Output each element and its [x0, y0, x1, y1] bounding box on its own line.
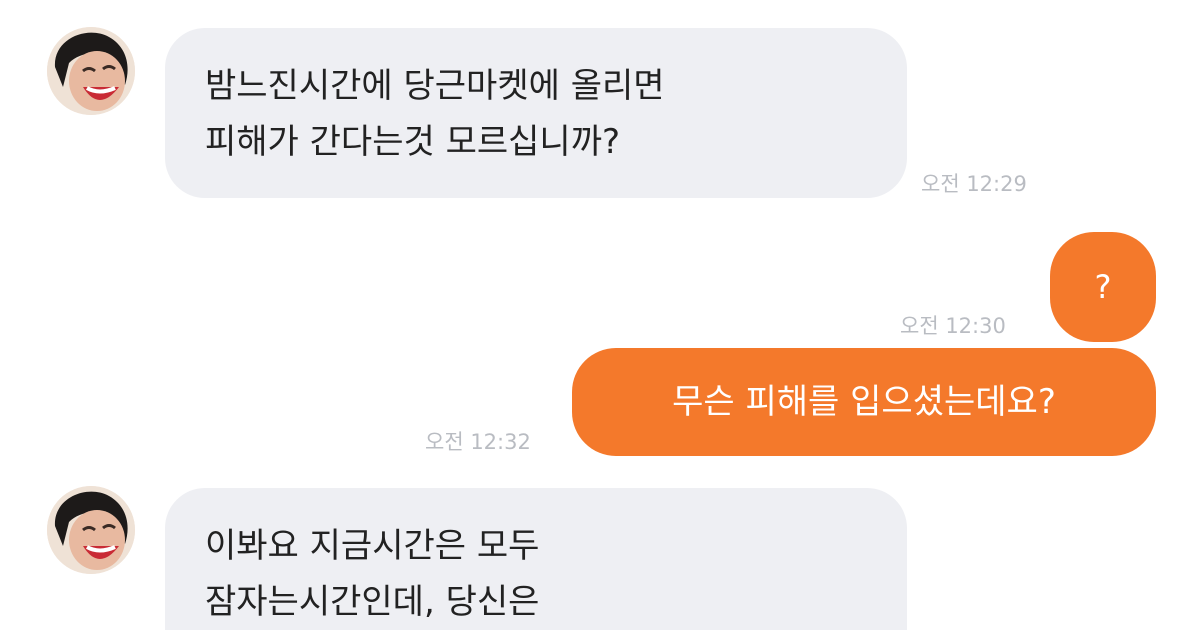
incoming-message-bubble[interactable]: 밤느진시간에 당근마켓에 올리면 피해가 간다는것 모르십니까?	[165, 28, 907, 198]
sender-avatar-icon[interactable]	[47, 486, 135, 574]
message-timestamp: 오전 12:29	[921, 172, 1027, 196]
message-text-line: 무슨 피해를 입으셨는데요?	[672, 382, 1056, 422]
message-text-line: 이봐요 지금시간은 모두	[205, 526, 540, 566]
sender-avatar-icon[interactable]	[47, 27, 135, 115]
chat-thread: 밤느진시간에 당근마켓에 올리면 피해가 간다는것 모르십니까? 오전 12:2…	[0, 0, 1200, 630]
message-text-line: 피해가 간다는것 모르십니까?	[205, 122, 621, 162]
incoming-message-bubble[interactable]: 이봐요 지금시간은 모두 잠자는시간인데, 당신은	[165, 488, 907, 630]
message-text-line: 밤느진시간에 당근마켓에 올리면	[205, 66, 665, 106]
message-timestamp: 오전 12:32	[425, 430, 531, 454]
message-timestamp: 오전 12:30	[900, 314, 1006, 338]
message-text-line: ?	[1094, 268, 1112, 306]
outgoing-message-bubble[interactable]: ?	[1050, 232, 1156, 342]
message-text-line: 잠자는시간인데, 당신은	[205, 582, 540, 622]
outgoing-message-bubble[interactable]: 무슨 피해를 입으셨는데요?	[572, 348, 1156, 456]
